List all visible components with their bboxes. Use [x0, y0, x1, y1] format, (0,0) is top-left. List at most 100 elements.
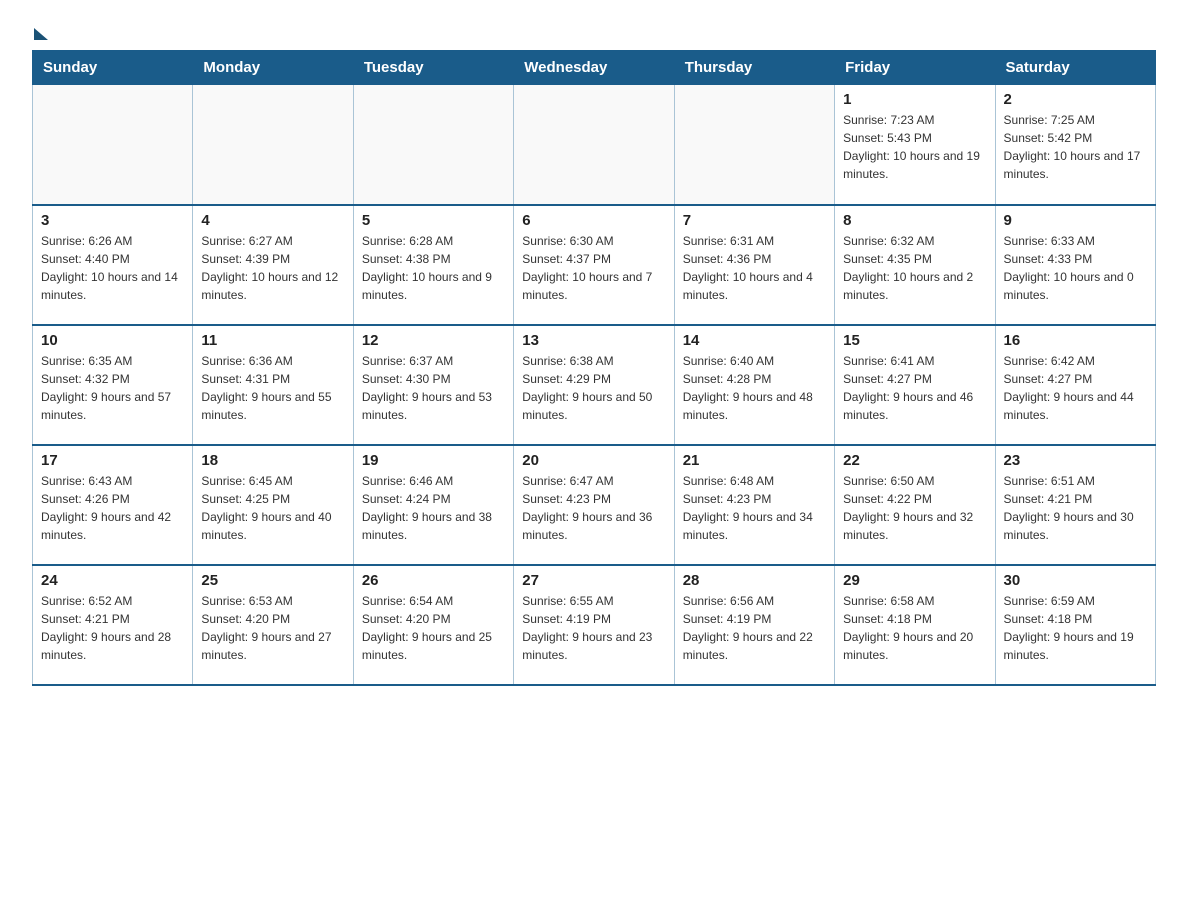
day-info: Sunrise: 6:36 AM Sunset: 4:31 PM Dayligh… [201, 352, 344, 424]
logo-arrow-icon [34, 28, 48, 40]
calendar-cell: 1Sunrise: 7:23 AM Sunset: 5:43 PM Daylig… [835, 85, 995, 205]
day-of-week-header: Thursday [674, 51, 834, 85]
calendar-cell: 6 Sunrise: 6:30 AM Sunset: 4:37 PM Daylig… [514, 205, 674, 325]
day-number: 21 [683, 452, 826, 469]
calendar-cell: 8Sunrise: 6:32 AM Sunset: 4:35 PM Daylig… [835, 205, 995, 325]
day-number: 5 [362, 212, 505, 229]
calendar-week-row: 17 Sunrise: 6:43 AM Sunset: 4:26 PM Dayli… [33, 445, 1156, 565]
day-info: Sunrise: 6:59 AM Sunset: 4:18 PM Dayligh… [1004, 592, 1147, 664]
day-info: Sunrise: 6:26 AM Sunset: 4:40 PM Dayligh… [41, 232, 184, 304]
day-info: Sunrise: 6:43 AM Sunset: 4:26 PM Dayligh… [41, 472, 184, 544]
day-info: Sunrise: 6:37 AM Sunset: 4:30 PM Dayligh… [362, 352, 505, 424]
day-number: 30 [1004, 572, 1147, 589]
day-number: 19 [362, 452, 505, 469]
day-of-week-header: Sunday [33, 51, 193, 85]
calendar-cell: 24 Sunrise: 6:52 AM Sunset: 4:21 PM Dayli… [33, 565, 193, 685]
calendar-week-row: 24 Sunrise: 6:52 AM Sunset: 4:21 PM Dayli… [33, 565, 1156, 685]
day-info: Sunrise: 6:48 AM Sunset: 4:23 PM Dayligh… [683, 472, 826, 544]
calendar-cell: 12 Sunrise: 6:37 AM Sunset: 4:30 PM Dayli… [353, 325, 513, 445]
day-number: 20 [522, 452, 665, 469]
day-number: 25 [201, 572, 344, 589]
day-of-week-header: Tuesday [353, 51, 513, 85]
day-number: 17 [41, 452, 184, 469]
calendar-cell: 9 Sunrise: 6:33 AM Sunset: 4:33 PM Daylig… [995, 205, 1155, 325]
day-number: 28 [683, 572, 826, 589]
calendar-cell: 15 Sunrise: 6:41 AM Sunset: 4:27 PM Dayli… [835, 325, 995, 445]
calendar-week-row: 1Sunrise: 7:23 AM Sunset: 5:43 PM Daylig… [33, 85, 1156, 205]
calendar-cell: 25 Sunrise: 6:53 AM Sunset: 4:20 PM Dayli… [193, 565, 353, 685]
calendar-cell [514, 85, 674, 205]
calendar-cell: 10 Sunrise: 6:35 AM Sunset: 4:32 PM Dayli… [33, 325, 193, 445]
day-info: Sunrise: 6:51 AM Sunset: 4:21 PM Dayligh… [1004, 472, 1147, 544]
calendar-cell: 21 Sunrise: 6:48 AM Sunset: 4:23 PM Dayli… [674, 445, 834, 565]
day-number: 10 [41, 332, 184, 349]
day-number: 27 [522, 572, 665, 589]
calendar-cell: 23 Sunrise: 6:51 AM Sunset: 4:21 PM Dayli… [995, 445, 1155, 565]
day-number: 23 [1004, 452, 1147, 469]
day-info: Sunrise: 6:32 AM Sunset: 4:35 PM Dayligh… [843, 232, 986, 304]
day-number: 26 [362, 572, 505, 589]
day-info: Sunrise: 6:56 AM Sunset: 4:19 PM Dayligh… [683, 592, 826, 664]
day-info: Sunrise: 6:58 AM Sunset: 4:18 PM Dayligh… [843, 592, 986, 664]
calendar-cell: 2 Sunrise: 7:25 AM Sunset: 5:42 PM Daylig… [995, 85, 1155, 205]
calendar-cell: 19 Sunrise: 6:46 AM Sunset: 4:24 PM Dayli… [353, 445, 513, 565]
day-number: 6 [522, 212, 665, 229]
day-number: 24 [41, 572, 184, 589]
calendar-cell: 7Sunrise: 6:31 AM Sunset: 4:36 PM Daylig… [674, 205, 834, 325]
day-number: 22 [843, 452, 986, 469]
day-number: 2 [1004, 91, 1147, 108]
calendar-cell: 28 Sunrise: 6:56 AM Sunset: 4:19 PM Dayli… [674, 565, 834, 685]
calendar-header: SundayMondayTuesdayWednesdayThursdayFrid… [33, 51, 1156, 85]
calendar-week-row: 10 Sunrise: 6:35 AM Sunset: 4:32 PM Dayli… [33, 325, 1156, 445]
day-info: Sunrise: 6:54 AM Sunset: 4:20 PM Dayligh… [362, 592, 505, 664]
day-number: 9 [1004, 212, 1147, 229]
calendar-cell: 14 Sunrise: 6:40 AM Sunset: 4:28 PM Dayli… [674, 325, 834, 445]
day-info: Sunrise: 6:33 AM Sunset: 4:33 PM Dayligh… [1004, 232, 1147, 304]
calendar-week-row: 3 Sunrise: 6:26 AM Sunset: 4:40 PM Daylig… [33, 205, 1156, 325]
day-info: Sunrise: 7:25 AM Sunset: 5:42 PM Dayligh… [1004, 111, 1147, 183]
day-info: Sunrise: 6:47 AM Sunset: 4:23 PM Dayligh… [522, 472, 665, 544]
calendar-cell: 29Sunrise: 6:58 AM Sunset: 4:18 PM Dayli… [835, 565, 995, 685]
calendar-body: 1Sunrise: 7:23 AM Sunset: 5:43 PM Daylig… [33, 85, 1156, 685]
day-number: 15 [843, 332, 986, 349]
day-of-week-header: Wednesday [514, 51, 674, 85]
day-number: 14 [683, 332, 826, 349]
days-of-week-row: SundayMondayTuesdayWednesdayThursdayFrid… [33, 51, 1156, 85]
day-of-week-header: Saturday [995, 51, 1155, 85]
calendar-cell: 16Sunrise: 6:42 AM Sunset: 4:27 PM Dayli… [995, 325, 1155, 445]
calendar-cell: 30 Sunrise: 6:59 AM Sunset: 4:18 PM Dayli… [995, 565, 1155, 685]
day-number: 16 [1004, 332, 1147, 349]
calendar-cell: 26 Sunrise: 6:54 AM Sunset: 4:20 PM Dayli… [353, 565, 513, 685]
calendar-cell [193, 85, 353, 205]
day-number: 7 [683, 212, 826, 229]
calendar-cell: 11 Sunrise: 6:36 AM Sunset: 4:31 PM Dayli… [193, 325, 353, 445]
calendar-cell: 5Sunrise: 6:28 AM Sunset: 4:38 PM Daylig… [353, 205, 513, 325]
day-number: 1 [843, 91, 986, 108]
day-info: Sunrise: 6:35 AM Sunset: 4:32 PM Dayligh… [41, 352, 184, 424]
page-header [32, 24, 1156, 38]
day-info: Sunrise: 6:55 AM Sunset: 4:19 PM Dayligh… [522, 592, 665, 664]
calendar-cell [674, 85, 834, 205]
day-info: Sunrise: 6:52 AM Sunset: 4:21 PM Dayligh… [41, 592, 184, 664]
day-info: Sunrise: 6:53 AM Sunset: 4:20 PM Dayligh… [201, 592, 344, 664]
day-number: 4 [201, 212, 344, 229]
calendar-cell [33, 85, 193, 205]
day-of-week-header: Monday [193, 51, 353, 85]
calendar-cell: 20 Sunrise: 6:47 AM Sunset: 4:23 PM Dayli… [514, 445, 674, 565]
day-number: 18 [201, 452, 344, 469]
calendar-cell: 18Sunrise: 6:45 AM Sunset: 4:25 PM Dayli… [193, 445, 353, 565]
day-info: Sunrise: 6:46 AM Sunset: 4:24 PM Dayligh… [362, 472, 505, 544]
day-number: 11 [201, 332, 344, 349]
day-info: Sunrise: 6:30 AM Sunset: 4:37 PM Dayligh… [522, 232, 665, 304]
day-info: Sunrise: 6:41 AM Sunset: 4:27 PM Dayligh… [843, 352, 986, 424]
calendar-cell: 4 Sunrise: 6:27 AM Sunset: 4:39 PM Daylig… [193, 205, 353, 325]
calendar-cell: 13 Sunrise: 6:38 AM Sunset: 4:29 PM Dayli… [514, 325, 674, 445]
day-number: 3 [41, 212, 184, 229]
day-info: Sunrise: 6:40 AM Sunset: 4:28 PM Dayligh… [683, 352, 826, 424]
calendar-cell: 3 Sunrise: 6:26 AM Sunset: 4:40 PM Daylig… [33, 205, 193, 325]
day-info: Sunrise: 6:38 AM Sunset: 4:29 PM Dayligh… [522, 352, 665, 424]
day-info: Sunrise: 6:50 AM Sunset: 4:22 PM Dayligh… [843, 472, 986, 544]
day-number: 13 [522, 332, 665, 349]
day-number: 12 [362, 332, 505, 349]
day-info: Sunrise: 6:27 AM Sunset: 4:39 PM Dayligh… [201, 232, 344, 304]
